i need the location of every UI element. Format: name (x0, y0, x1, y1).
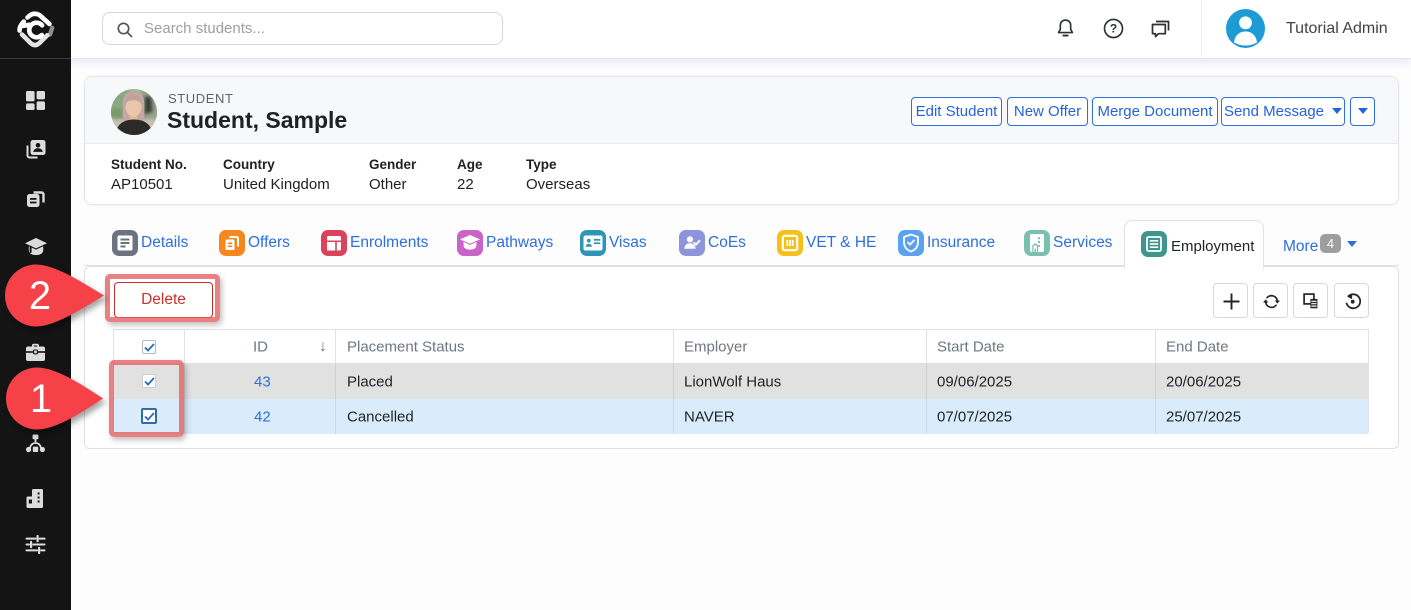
svg-text:2: 2 (29, 274, 51, 318)
svg-text:?: ? (1110, 22, 1117, 36)
svg-text:1: 1 (30, 377, 52, 421)
